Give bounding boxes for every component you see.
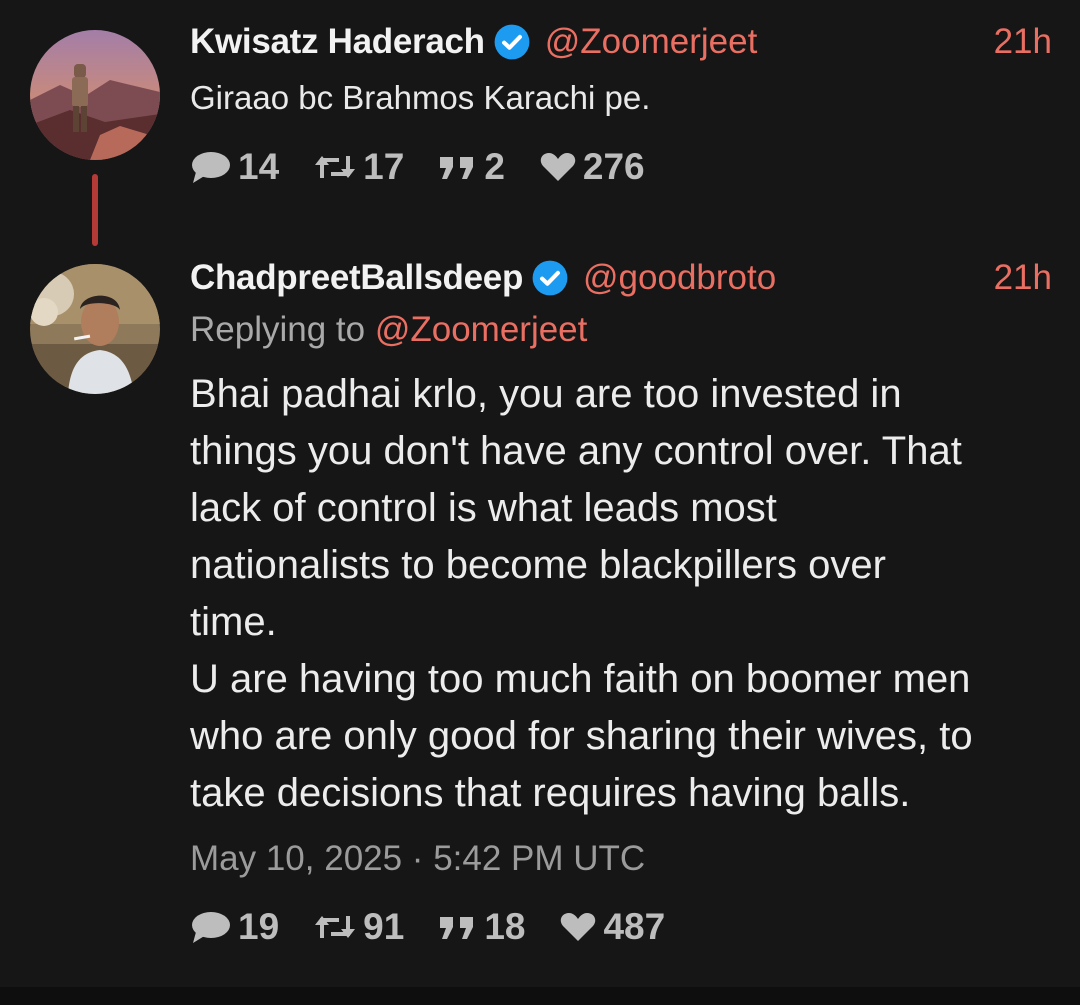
- quote-button[interactable]: 18: [438, 906, 525, 948]
- retweet-icon: [313, 912, 357, 942]
- quote-icon: [438, 913, 478, 941]
- retweet-count: 17: [363, 146, 405, 187]
- username[interactable]: @Zoomerjeet: [545, 22, 758, 62]
- tweet-content: ChadpreetBallsdeep @goodbroto 21h Replyi…: [190, 254, 1052, 948]
- tweet-text: Giraao bc Brahmos Karachi pe.: [190, 79, 651, 116]
- like-button[interactable]: 487: [559, 906, 665, 948]
- verified-icon: [531, 259, 569, 297]
- replying-to-label: Replying to: [190, 310, 375, 349]
- reply-count: 14: [238, 146, 280, 187]
- tweet-text: Bhai padhai krlo, you are too invested i…: [190, 372, 973, 815]
- display-name[interactable]: Kwisatz Haderach: [190, 22, 485, 62]
- retweet-icon: [313, 152, 357, 182]
- reply-icon: [190, 910, 232, 944]
- quote-button[interactable]: 2: [438, 146, 505, 188]
- quote-count: 18: [484, 906, 526, 947]
- display-name[interactable]: ChadpreetBallsdeep: [190, 258, 523, 298]
- tweet-stats: 19 91 18 487: [190, 906, 1052, 948]
- like-count: 487: [603, 906, 666, 947]
- like-icon: [559, 911, 597, 943]
- tweet-stats: 14 17 2 276: [190, 146, 1052, 188]
- tweet-datetime[interactable]: May 10, 2025 · 5:42 PM UTC: [190, 834, 1052, 884]
- thread-connector: [92, 174, 98, 246]
- retweet-button[interactable]: 91: [313, 906, 404, 948]
- retweet-count: 91: [363, 906, 405, 947]
- replying-to: Replying to @Zoomerjeet: [190, 308, 1052, 352]
- reply-button[interactable]: 19: [190, 906, 279, 948]
- tweet-time[interactable]: 21h: [994, 18, 1052, 66]
- retweet-button[interactable]: 17: [313, 146, 404, 188]
- avatar[interactable]: [30, 264, 160, 394]
- timeline-page: Kwisatz Haderach @Zoomerjeet 21h Giraao …: [0, 0, 1080, 1005]
- tweet-time[interactable]: 21h: [994, 254, 1052, 302]
- verified-icon: [493, 23, 531, 61]
- quote-count: 2: [484, 146, 505, 187]
- tweet-header: ChadpreetBallsdeep @goodbroto 21h: [190, 254, 1052, 302]
- like-count: 276: [582, 146, 645, 187]
- avatar[interactable]: [30, 30, 160, 160]
- quote-icon: [438, 153, 478, 181]
- tweet-header: Kwisatz Haderach @Zoomerjeet 21h: [190, 18, 1052, 66]
- reply-button[interactable]: 14: [190, 146, 279, 188]
- reply-icon: [190, 150, 232, 184]
- like-button[interactable]: 276: [539, 146, 645, 188]
- username[interactable]: @goodbroto: [583, 258, 776, 298]
- reply-count: 19: [238, 906, 280, 947]
- replying-to-mention[interactable]: @Zoomerjeet: [375, 310, 588, 349]
- bottom-divider: [0, 987, 1080, 1005]
- tweet-content: Kwisatz Haderach @Zoomerjeet 21h Giraao …: [190, 18, 1052, 188]
- like-icon: [539, 151, 577, 183]
